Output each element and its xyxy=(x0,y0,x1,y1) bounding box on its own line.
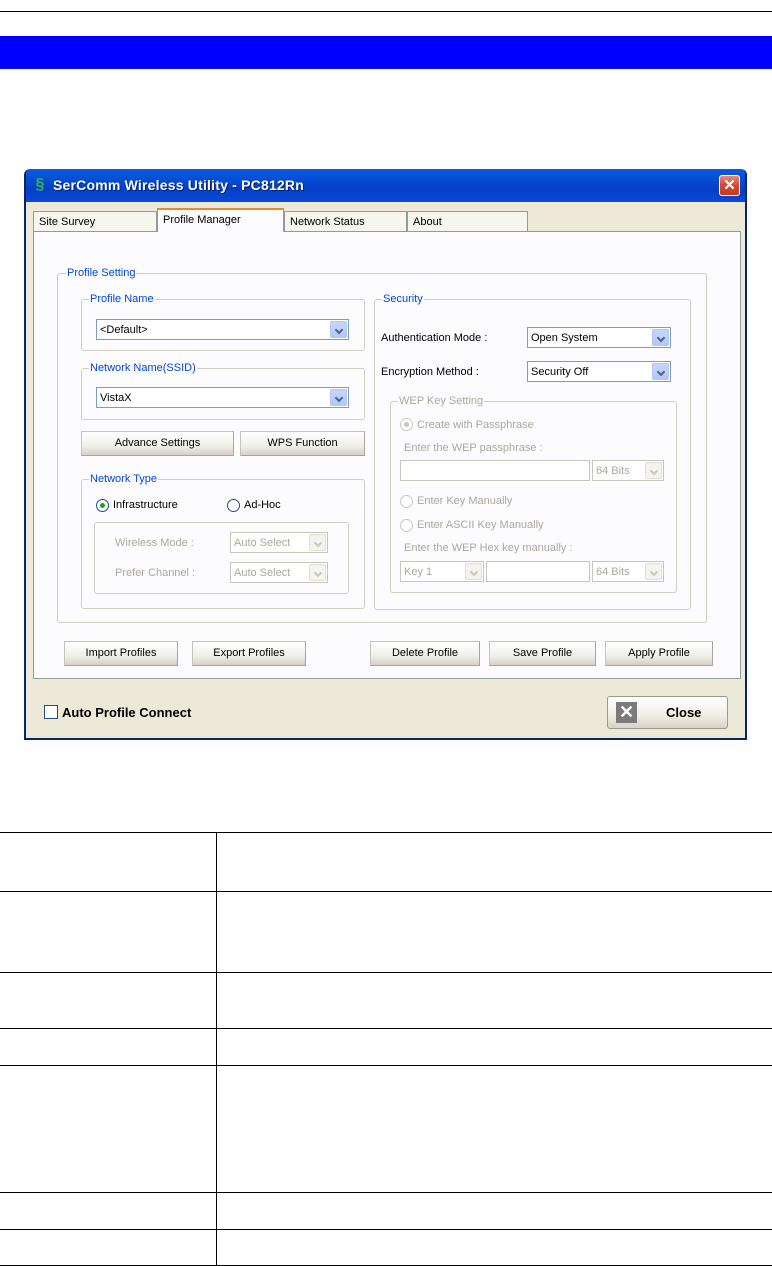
infrastructure-label: Infrastructure xyxy=(113,499,178,511)
encryption-method-select[interactable]: Security Off xyxy=(527,361,671,382)
save-profile-button[interactable]: Save Profile xyxy=(489,641,596,666)
profile-manager-panel: Profile Setting Profile Name <Default> N… xyxy=(33,231,741,679)
create-passphrase-label: Create with Passphrase xyxy=(417,419,534,431)
tab-network-status[interactable]: Network Status xyxy=(284,211,407,231)
tab-strip: Site Survey Profile Manager Network Stat… xyxy=(33,208,743,232)
profile-name-group: Profile Name <Default> xyxy=(81,293,365,351)
import-profiles-button[interactable]: Import Profiles xyxy=(64,641,178,666)
profile-name-select[interactable]: <Default> xyxy=(96,319,349,340)
wireless-mode-label: Wireless Mode : xyxy=(115,537,194,549)
network-type-legend: Network Type xyxy=(89,473,159,485)
prefer-channel-value: Auto Select xyxy=(234,567,291,579)
section-heading-bar xyxy=(0,36,772,69)
adhoc-radio[interactable] xyxy=(227,499,240,512)
delete-profile-button[interactable]: Delete Profile xyxy=(370,641,480,666)
window-title: SerComm Wireless Utility - PC812Rn xyxy=(53,177,304,193)
chevron-down-icon[interactable] xyxy=(330,321,347,338)
passphrase-input[interactable] xyxy=(400,460,590,481)
table-rule xyxy=(0,1028,772,1029)
auth-mode-label: Authentication Mode : xyxy=(381,332,488,344)
tab-site-survey[interactable]: Site Survey xyxy=(33,211,157,231)
advance-settings-button[interactable]: Advance Settings xyxy=(81,431,234,456)
table-column-divider xyxy=(216,832,217,1266)
profile-setting-legend: Profile Setting xyxy=(66,267,137,279)
enter-ascii-key-radio[interactable] xyxy=(400,519,413,532)
ssid-select[interactable]: VistaX xyxy=(96,387,349,408)
auto-profile-connect-checkbox[interactable] xyxy=(44,705,58,719)
wps-function-button[interactable]: WPS Function xyxy=(240,431,365,456)
close-button[interactable]: ✕ Close xyxy=(607,696,728,729)
close-button-label: Close xyxy=(666,705,702,720)
create-passphrase-radio[interactable] xyxy=(400,418,413,431)
apply-profile-button[interactable]: Apply Profile xyxy=(605,641,713,666)
profile-name-value: <Default> xyxy=(100,324,148,336)
enter-ascii-key-label: Enter ASCII Key Manually xyxy=(417,519,544,531)
auto-profile-connect-label: Auto Profile Connect xyxy=(62,705,192,720)
auth-mode-select[interactable]: Open System xyxy=(527,327,671,348)
enter-key-manually-label: Enter Key Manually xyxy=(417,495,513,507)
prefer-channel-label: Prefer Channel : xyxy=(115,567,196,579)
tab-profile-manager[interactable]: Profile Manager xyxy=(157,208,284,232)
table-rule xyxy=(0,1065,772,1066)
network-name-group: Network Name(SSID) VistaX xyxy=(81,362,365,420)
close-icon: ✕ xyxy=(616,702,637,723)
encryption-method-value: Security Off xyxy=(531,366,589,378)
network-type-group: Network Type Infrastructure Ad-Hoc Wirel… xyxy=(81,473,365,609)
security-group: Security Authentication Mode : Open Syst… xyxy=(374,293,691,610)
chevron-down-icon[interactable] xyxy=(645,462,662,479)
profile-name-legend: Profile Name xyxy=(89,293,155,305)
export-profiles-button[interactable]: Export Profiles xyxy=(192,641,306,666)
hex-bits-select[interactable]: 64 Bits xyxy=(592,561,664,582)
infrastructure-radio[interactable] xyxy=(96,499,109,512)
enter-key-manually-radio[interactable] xyxy=(400,495,413,508)
title-bar[interactable]: § SerComm Wireless Utility - PC812Rn ✕ xyxy=(26,169,745,202)
enter-hex-key-label: Enter the WEP Hex key manually : xyxy=(404,542,573,554)
hex-bits-value: 64 Bits xyxy=(596,566,630,578)
wireless-mode-select[interactable]: Auto Select xyxy=(230,532,328,553)
chevron-down-icon[interactable] xyxy=(652,329,669,346)
prefer-channel-select[interactable]: Auto Select xyxy=(230,562,328,583)
window-close-icon[interactable]: ✕ xyxy=(719,175,740,196)
chevron-down-icon[interactable] xyxy=(309,534,326,551)
chevron-down-icon[interactable] xyxy=(652,363,669,380)
table-rule xyxy=(0,832,772,833)
wep-key-setting-group: WEP Key Setting Create with Passphrase E… xyxy=(390,395,677,593)
hex-key-input[interactable] xyxy=(486,561,590,582)
chevron-down-icon[interactable] xyxy=(465,563,482,580)
auth-mode-value: Open System xyxy=(531,332,598,344)
table-rule xyxy=(0,1192,772,1193)
key-index-value: Key 1 xyxy=(404,566,433,578)
app-icon: § xyxy=(35,176,45,193)
chevron-down-icon[interactable] xyxy=(645,563,662,580)
table-rule xyxy=(0,972,772,973)
passphrase-bits-value: 64 Bits xyxy=(596,465,630,477)
network-name-legend: Network Name(SSID) xyxy=(89,362,197,374)
table-rule xyxy=(0,891,772,892)
adhoc-label: Ad-Hoc xyxy=(244,499,281,511)
encryption-method-label: Encryption Method : xyxy=(381,366,479,378)
passphrase-bits-select[interactable]: 64 Bits xyxy=(592,460,664,481)
tab-about[interactable]: About xyxy=(407,211,528,231)
wireless-mode-value: Auto Select xyxy=(234,537,291,549)
ssid-value: VistaX xyxy=(100,392,132,404)
app-window: § SerComm Wireless Utility - PC812Rn ✕ S… xyxy=(24,169,747,740)
table-rule xyxy=(0,1229,772,1230)
chevron-down-icon[interactable] xyxy=(309,564,326,581)
security-legend: Security xyxy=(382,293,424,305)
enter-passphrase-label: Enter the WEP passphrase : xyxy=(404,442,543,454)
wep-key-setting-legend: WEP Key Setting xyxy=(398,395,485,407)
key-index-select[interactable]: Key 1 xyxy=(400,561,484,582)
header-rule xyxy=(0,11,772,12)
chevron-down-icon[interactable] xyxy=(330,389,347,406)
